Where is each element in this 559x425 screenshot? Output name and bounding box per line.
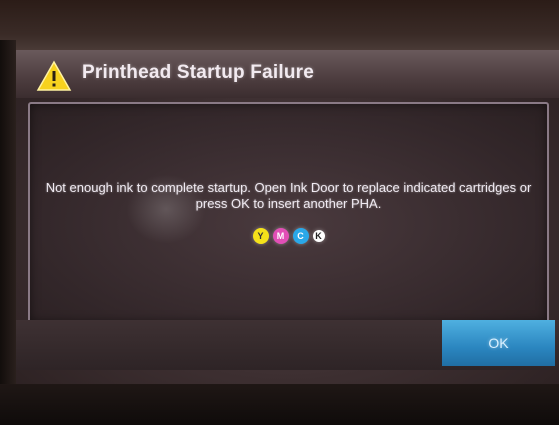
cartridge-magenta-icon: M [272,228,289,244]
message-panel: Not enough ink to complete startup. Open… [28,102,549,324]
error-message: Not enough ink to complete startup. Open… [45,180,532,211]
cartridge-yellow-icon: Y [252,228,269,244]
printer-bezel-top [0,0,559,50]
printer-photo: Printhead Startup Failure Not enough ink… [0,0,559,425]
dialog-button-bar: OK [16,320,559,370]
cartridge-indicators: Y M C K [30,228,547,244]
cartridge-black-icon: K [312,230,325,242]
ok-button[interactable]: OK [442,320,555,366]
dialog-title-bar: Printhead Startup Failure [16,50,559,98]
dialog-title: Printhead Startup Failure [82,62,314,83]
printer-bezel-bottom [0,384,559,425]
control-panel-screen: Printhead Startup Failure Not enough ink… [16,50,559,384]
cartridge-cyan-icon: C [292,228,309,244]
printer-bezel-left [0,40,16,425]
warning-icon [36,60,72,91]
